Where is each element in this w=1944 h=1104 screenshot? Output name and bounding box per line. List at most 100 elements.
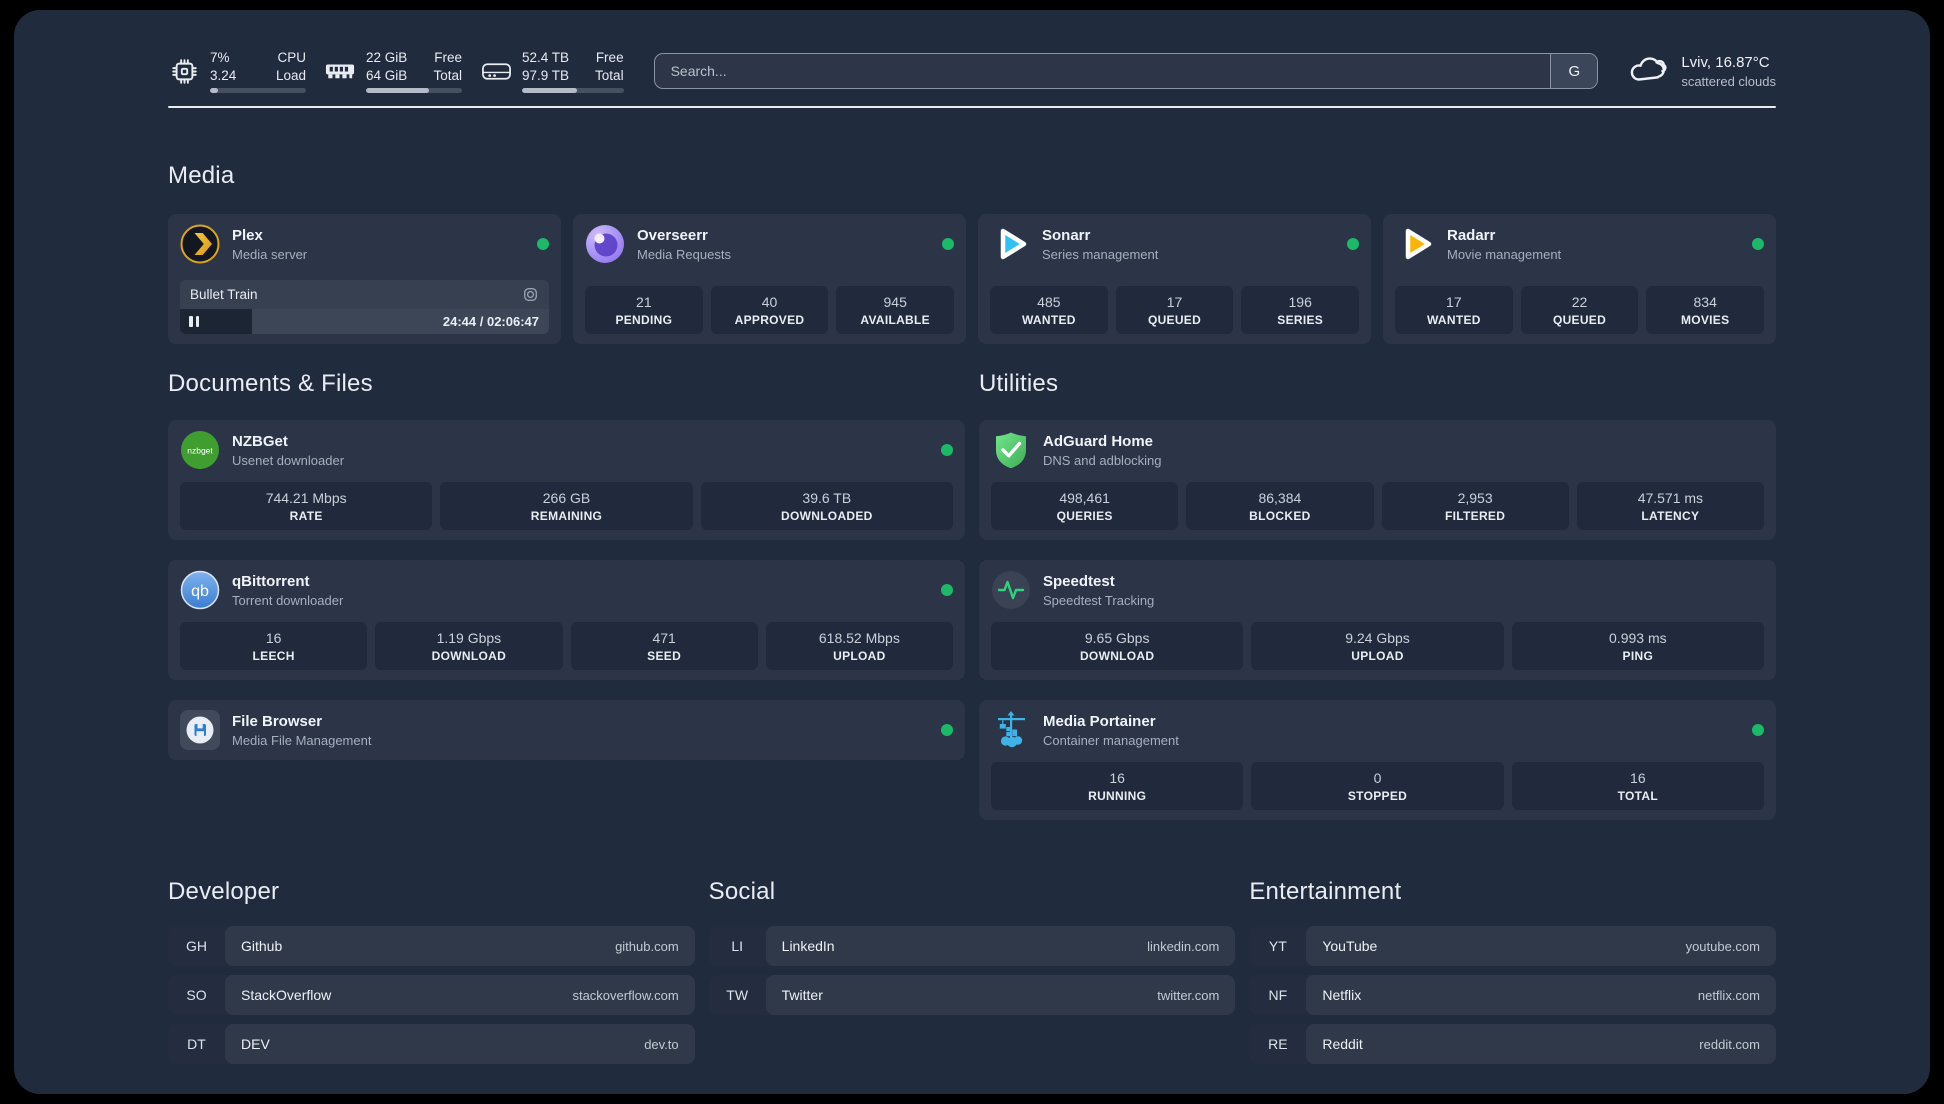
resource-widgets: 7% 3.24 CPU Load 22 GiB 64 GiB Free Tota… (168, 49, 624, 94)
radarr-icon (1395, 224, 1435, 264)
app-card-plex[interactable]: Plex Media server Bullet Train 24:44 / 0… (168, 214, 561, 344)
svg-text:qb: qb (191, 583, 209, 600)
status-dot (941, 444, 953, 456)
section-title-entertainment: Entertainment (1249, 878, 1402, 905)
stat-downloaded: 39.6 TB DOWNLOADED (700, 482, 953, 530)
section-title-developer: Developer (168, 878, 280, 905)
stat-download: 9.65 Gbps DOWNLOAD (991, 622, 1244, 670)
cpu-percent: 7% (210, 49, 230, 65)
video-session-icon (524, 288, 537, 301)
card-title: File Browser (232, 712, 323, 730)
disk-total-label: Total (595, 67, 624, 83)
memory-free-value: 22 GiB (366, 49, 408, 65)
stats-row: 16 RUNNING 0 STOPPED 16 TOTAL (991, 762, 1764, 810)
stat-seed: 471 SEED (570, 622, 758, 670)
card-subtitle: DNS and adblocking (1043, 452, 1162, 468)
portainer-crane-icon (991, 710, 1031, 750)
card-title: NZBGet (232, 432, 288, 450)
bookmark-youtube[interactable]: YT YouTube youtube.com (1249, 926, 1776, 966)
bookmark-url: linkedin.com (1147, 938, 1220, 954)
bookmark-netflix[interactable]: NF Netflix netflix.com (1249, 975, 1776, 1015)
card-title: Speedtest (1043, 572, 1115, 590)
stat-latency: 47.571 ms LATENCY (1576, 482, 1764, 530)
card-title: Overseerr (637, 226, 708, 244)
stat-upload: 9.24 Gbps UPLOAD (1251, 622, 1504, 670)
bookmark-url: youtube.com (1685, 938, 1760, 954)
status-dot (941, 724, 953, 736)
card-subtitle: Container management (1043, 732, 1179, 748)
bookmark-linkedin[interactable]: LI LinkedIn linkedin.com (708, 926, 1236, 966)
card-title: qBittorrent (232, 572, 310, 590)
playback-time: 24:44 / 02:06:47 (442, 314, 539, 329)
bookmark-abbr: GH (186, 938, 207, 954)
svg-text:nzbget: nzbget (187, 446, 213, 456)
bookmarks-entertainment: Entertainment YT YouTube youtube.com NF … (1249, 878, 1776, 1064)
card-title: Media Portainer (1043, 712, 1156, 730)
stat-queries: 498,461 QUERIES (991, 482, 1179, 530)
bookmark-url: twitter.com (1157, 987, 1220, 1003)
bookmark-twitter[interactable]: TW Twitter twitter.com (708, 975, 1236, 1015)
stat-wanted: 17 WANTED (1395, 286, 1513, 334)
search-input[interactable] (654, 54, 1551, 88)
status-dot (1752, 724, 1764, 736)
stats-row: 485 WANTED 17 QUEUED 196 SERIES (990, 286, 1360, 334)
card-title: AdGuard Home (1043, 432, 1154, 450)
bookmark-url: github.com (615, 938, 679, 954)
cpu-load-value: 3.24 (210, 67, 237, 83)
app-card-adguard[interactable]: AdGuard Home DNS and adblocking 498,461 … (979, 420, 1776, 540)
bookmark-abbr: RE (1268, 1036, 1288, 1052)
weather-location-temp: Lviv, 16.87°C (1681, 53, 1770, 71)
qbittorrent-icon: qb (180, 570, 220, 610)
section-title-documents: Documents & Files (168, 370, 373, 397)
app-card-portainer[interactable]: Media Portainer Container management 16 … (979, 700, 1776, 820)
stats-row: 744.21 Mbps RATE 266 GB REMAINING 39.6 T… (180, 482, 953, 530)
stat-remaining: 266 GB REMAINING (440, 482, 693, 530)
stat-queued: 17 QUEUED (1115, 286, 1234, 334)
section-title-social: Social (708, 878, 776, 905)
app-card-speedtest[interactable]: Speedtest Speedtest Tracking 9.65 Gbps D… (979, 560, 1776, 680)
bookmark-github[interactable]: GH Github github.com (168, 926, 695, 966)
bookmark-url: reddit.com (1699, 1036, 1760, 1052)
utilities-column: Utilities AdGuard Home DNS and adblockin… (979, 370, 1776, 820)
app-card-radarr[interactable]: Radarr Movie management 17 WANTED 22 QUE… (1383, 214, 1776, 344)
stats-row: 21 PENDING 40 APPROVED 945 AVAILABLE (585, 286, 955, 334)
bookmark-abbr: NF (1268, 987, 1288, 1003)
playback-elapsed (180, 309, 252, 334)
card-subtitle: Media File Management (232, 732, 372, 748)
status-dot (941, 584, 953, 596)
bookmark-dev[interactable]: DT DEV dev.to (168, 1024, 695, 1064)
app-card-sonarr[interactable]: Sonarr Series management 485 WANTED 17 Q… (978, 214, 1371, 344)
stats-row: 498,461 QUERIES 86,384 BLOCKED 2,953 FIL… (991, 482, 1764, 530)
stat-queued: 22 QUEUED (1520, 286, 1639, 334)
bookmark-reddit[interactable]: RE Reddit reddit.com (1249, 1024, 1776, 1064)
bookmark-abbr: DT (187, 1036, 206, 1052)
overseerr-icon (585, 224, 625, 264)
stat-pending: 21 PENDING (585, 286, 703, 334)
cpu-load-label: Load (275, 67, 306, 83)
app-card-filebrowser[interactable]: File Browser Media File Management (168, 700, 965, 760)
bookmark-abbr: YT (1268, 938, 1287, 954)
stats-row: 16 LEECH 1.19 Gbps DOWNLOAD 471 SEED 618… (180, 622, 953, 670)
scattered-clouds-icon (1628, 53, 1668, 89)
cpu-widget: 7% 3.24 CPU Load (168, 49, 306, 94)
cpu-progress-fill (210, 88, 218, 94)
app-card-qbittorrent[interactable]: qb qBittorrent Torrent downloader 16 LEE… (168, 560, 965, 680)
stat-download: 1.19 Gbps DOWNLOAD (375, 622, 563, 670)
sonarr-icon (990, 224, 1030, 264)
bookmark-stackoverflow[interactable]: SO StackOverflow stackoverflow.com (168, 975, 695, 1015)
stat-movies: 834 MOVIES (1646, 286, 1765, 334)
speedtest-pulse-icon (991, 570, 1031, 610)
search-provider-button[interactable]: G (1550, 54, 1598, 88)
app-card-overseerr[interactable]: Overseerr Media Requests 21 PENDING 40 A… (573, 214, 966, 344)
status-dot (1752, 238, 1764, 250)
bookmark-name: LinkedIn (781, 938, 835, 954)
header-divider (168, 106, 1776, 108)
disk-total-value: 97.9 TB (522, 67, 570, 83)
stat-leech: 16 LEECH (180, 622, 368, 670)
card-subtitle: Media server (232, 246, 308, 262)
app-card-nzbget[interactable]: nzbget NZBGet Usenet downloader 744.21 M… (168, 420, 965, 540)
pause-icon[interactable] (189, 316, 199, 327)
media-card-grid: Plex Media server Bullet Train 24:44 / 0… (168, 214, 1776, 344)
disk-free-label: Free (595, 49, 624, 65)
bookmarks-social: Social LI LinkedIn linkedin.com TW Twitt… (708, 878, 1236, 1064)
